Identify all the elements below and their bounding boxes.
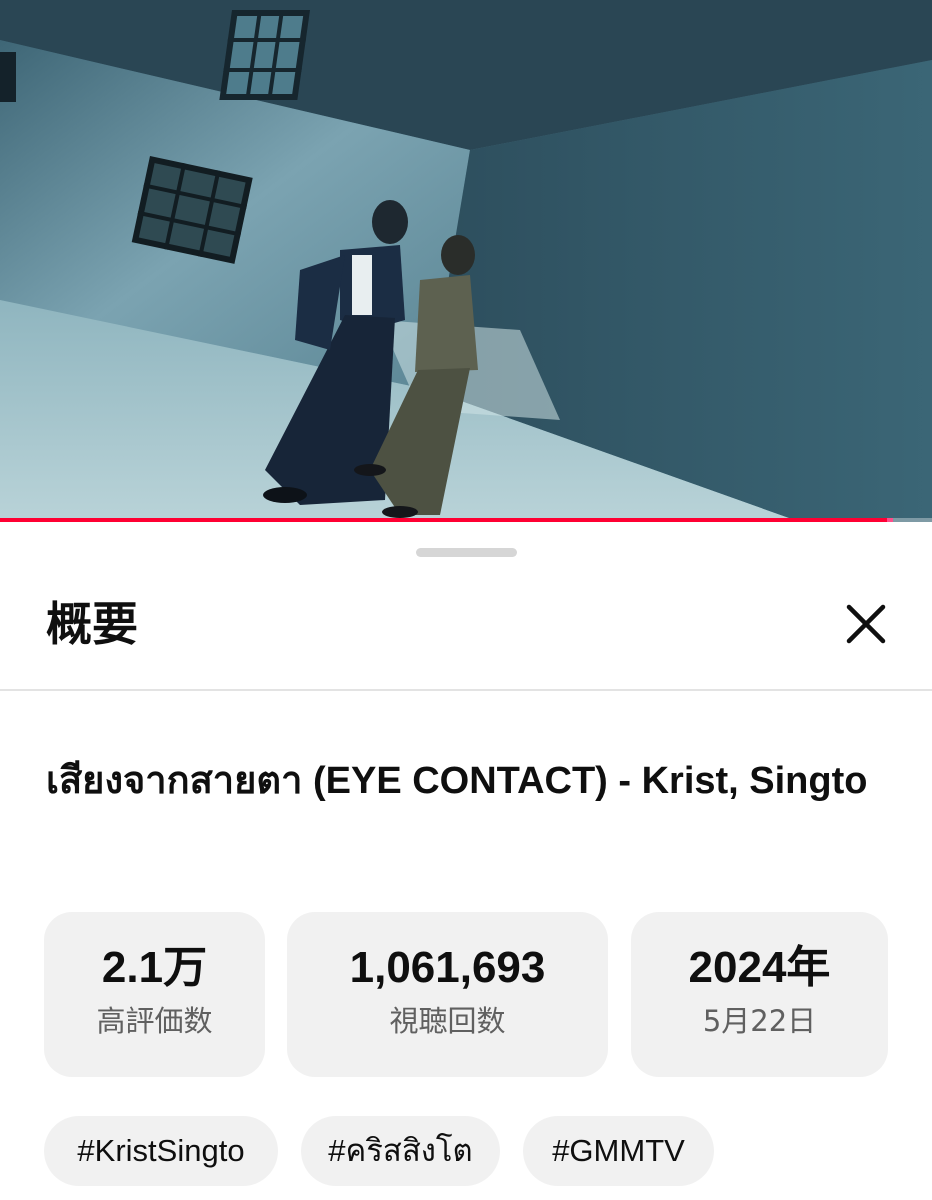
close-icon	[846, 604, 886, 644]
hashtag-chip[interactable]: #KristSingto	[44, 1116, 278, 1186]
progress-bar[interactable]	[0, 518, 932, 522]
video-title: เสียงจากสายตา (EYE CONTACT) - Krist, Sin…	[46, 760, 868, 802]
likes-stat: 2.1万 高評価数	[44, 912, 265, 1077]
header-divider	[0, 689, 932, 691]
views-count: 1,061,693	[349, 943, 546, 992]
likes-label: 高評価数	[96, 1004, 213, 1038]
close-button[interactable]	[836, 594, 896, 654]
upload-day: 5月22日	[702, 1004, 817, 1038]
progress-bar-end	[887, 518, 893, 522]
drag-handle[interactable]	[416, 548, 517, 557]
hashtag-chip[interactable]: #คริสสิงโต	[301, 1116, 500, 1186]
description-panel-screen: 概要 เสียงจากสายตา (EYE CONTACT) - Krist, …	[0, 0, 932, 1200]
likes-count: 2.1万	[101, 943, 208, 992]
views-stat: 1,061,693 視聴回数	[287, 912, 608, 1077]
upload-year: 2024年	[688, 943, 831, 992]
progress-bar-fill	[0, 518, 893, 522]
sheet-title: 概要	[46, 597, 138, 651]
views-label: 視聴回数	[389, 1004, 506, 1038]
hashtag-chip[interactable]: #GMMTV	[523, 1116, 714, 1186]
description-sheet: 概要 เสียงจากสายตา (EYE CONTACT) - Krist, …	[0, 524, 932, 1200]
video-player[interactable]	[0, 0, 932, 522]
video-frame	[0, 0, 932, 522]
upload-date-stat: 2024年 5月22日	[631, 912, 888, 1077]
